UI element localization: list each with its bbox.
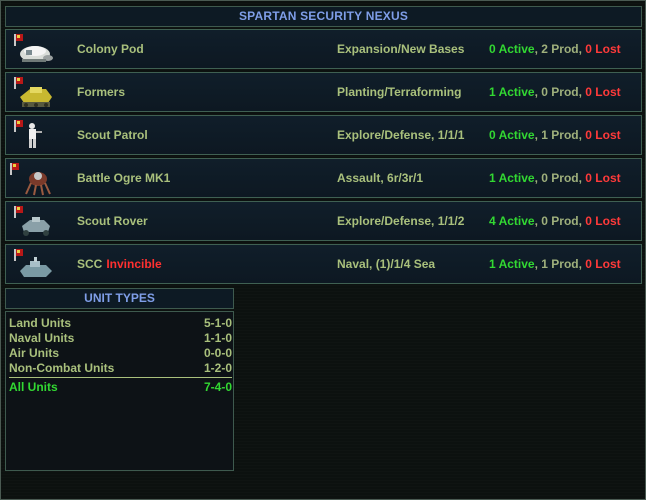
lost-count: 0 Lost [585,128,621,142]
prod-count: 2 Prod [541,42,579,56]
naval-unit-icon [14,249,52,277]
active-count: 1 Active [489,85,535,99]
active-count: 4 Active [489,214,535,228]
unit-name: Scout Rover [77,214,148,228]
lost-count: 0 Lost [585,214,621,228]
security-nexus-window: SPARTAN SECURITY NEXUS Colony Pod Expans… [0,0,646,500]
unit-row-battle-ogre[interactable]: Battle Ogre MK1 Assault, 6r/3r/1 1 Activ… [5,158,642,198]
battle-ogre-icon [10,163,51,196]
unit-stats: 0 Active, 2 Prod, 0 Lost [489,42,621,56]
unit-row-scout-rover[interactable]: Scout Rover Explore/Defense, 1/1/2 4 Act… [5,201,642,241]
active-count: 0 Active [489,128,535,142]
colony-pod-icon [14,34,53,62]
unit-name: Colony Pod [77,42,144,56]
scout-rover-icon [14,206,50,236]
unit-type-row-air: Air Units 0-0-0 [9,346,232,360]
scout-patrol-icon [14,120,42,148]
active-count: 0 Active [489,42,535,56]
unit-role: Explore/Defense, 1/1/1 [337,128,465,142]
unit-row-formers[interactable]: Formers Planting/Terraforming 1 Active, … [5,72,642,112]
active-count: 1 Active [489,257,535,271]
unit-name: Formers [77,85,126,99]
unit-role: Planting/Terraforming [337,85,462,99]
lost-count: 0 Lost [585,171,621,185]
unit-name: Battle Ogre MK1 [77,171,171,185]
unit-types-header: UNIT TYPES [5,288,234,309]
unit-role: Expansion/New Bases [337,42,465,56]
unit-stats: 1 Active, 0 Prod, 0 Lost [489,171,621,185]
unit-stats: 4 Active, 0 Prod, 0 Lost [489,214,621,228]
unit-role: Assault, 6r/3r/1 [337,171,424,185]
unit-special-name: Invincible [106,257,162,271]
lost-count: 0 Lost [585,257,621,271]
unit-type-row-naval: Naval Units 1-1-0 [9,331,232,345]
unit-row-scc-invincible[interactable]: SCC Invincible Naval, (1)/1/4 Sea 1 Activ… [5,244,642,284]
prod-count: 0 Prod [541,214,579,228]
prod-count: 1 Prod [541,128,579,142]
unit-stats: 1 Active, 0 Prod, 0 Lost [489,85,621,99]
unit-name: SCC Invincible [77,257,162,271]
unit-name: Scout Patrol [77,128,148,142]
window-title: SPARTAN SECURITY NEXUS [5,6,642,27]
total-divider [9,377,232,378]
unit-stats: 1 Active, 1 Prod, 0 Lost [489,257,621,271]
lost-count: 0 Lost [585,85,621,99]
prod-count: 0 Prod [541,85,579,99]
unit-row-colony-pod[interactable]: Colony Pod Expansion/New Bases 0 Active,… [5,29,642,69]
unit-role: Naval, (1)/1/4 Sea [337,257,436,271]
formers-icon [14,77,52,107]
prod-count: 0 Prod [541,171,579,185]
unit-types-panel: Land Units 5-1-0 Naval Units 1-1-0 Air U… [5,311,234,471]
unit-type-row-all: All Units 7-4-0 [9,380,232,394]
unit-stats: 0 Active, 1 Prod, 0 Lost [489,128,621,142]
unit-role: Explore/Defense, 1/1/2 [337,214,465,228]
unit-row-scout-patrol[interactable]: Scout Patrol Explore/Defense, 1/1/1 0 Ac… [5,115,642,155]
unit-type-row-non-combat: Non-Combat Units 1-2-0 [9,361,232,375]
active-count: 1 Active [489,171,535,185]
lost-count: 0 Lost [585,42,621,56]
unit-type-row-land: Land Units 5-1-0 [9,316,232,330]
prod-count: 1 Prod [541,257,579,271]
